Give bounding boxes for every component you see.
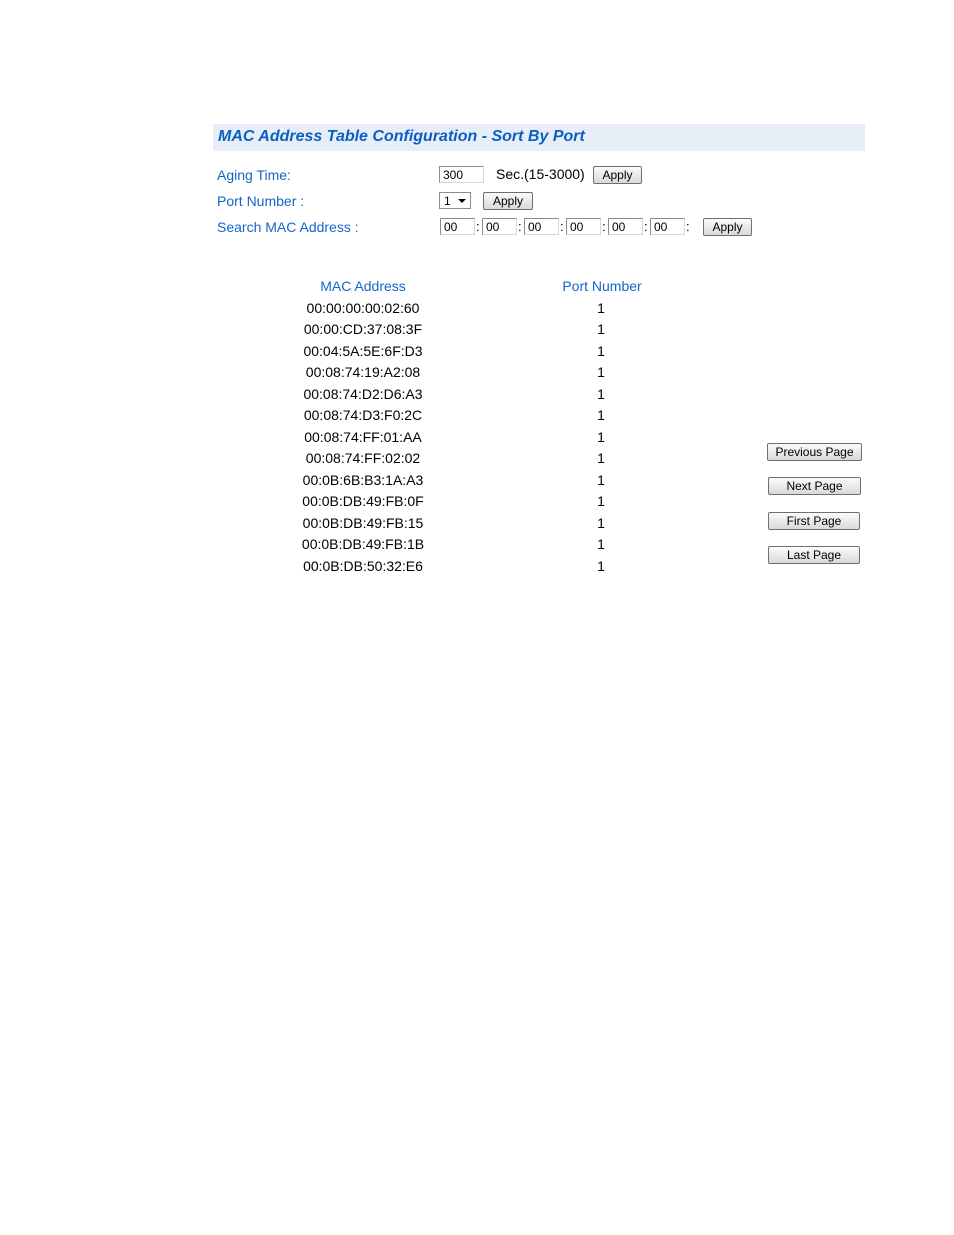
- mac-address-cell: 00:0B:DB:49:FB:15: [302, 515, 424, 531]
- mac-separator: :: [644, 219, 648, 234]
- port-number-cell: 1: [597, 493, 605, 509]
- mac-separator: :: [476, 219, 480, 234]
- chevron-down-icon: [458, 199, 466, 203]
- mac-octet-input-4[interactable]: [566, 218, 601, 235]
- port-number-cell: 1: [597, 429, 605, 445]
- table-row: 00:00:00:00:02:60 1: [0, 300, 954, 321]
- port-number-label: Port Number :: [217, 193, 305, 209]
- port-number-cell: 1: [597, 515, 605, 531]
- mac-address-cell: 00:08:74:FF:02:02: [305, 450, 421, 466]
- mac-address-cell: 00:00:00:00:02:60: [306, 300, 420, 316]
- mac-address-cell: 00:0B:DB:50:32:E6: [303, 558, 423, 574]
- mac-address-cell: 00:04:5A:5E:6F:D3: [303, 343, 423, 359]
- mac-address-cell: 00:08:74:D2:D6:A3: [303, 386, 423, 402]
- port-number-cell: 1: [597, 300, 605, 316]
- search-apply-button[interactable]: Apply: [703, 218, 752, 236]
- mac-octet-input-6[interactable]: [650, 218, 685, 235]
- port-number-cell: 1: [597, 343, 605, 359]
- table-row: 00:00:CD:37:08:3F 1: [0, 321, 954, 342]
- mac-address-cell: 00:08:74:FF:01:AA: [304, 429, 422, 445]
- table-row: 00:08:74:D2:D6:A3 1: [0, 386, 954, 407]
- mac-address-cell: 00:08:74:19:A2:08: [305, 364, 421, 380]
- port-number-cell: 1: [597, 536, 605, 552]
- table-row: 00:0B:DB:49:FB:0F 1: [0, 493, 954, 514]
- port-number-cell: 1: [597, 386, 605, 402]
- port-number-cell: 1: [597, 407, 605, 423]
- first-page-button[interactable]: First Page: [768, 512, 860, 530]
- next-page-button[interactable]: Next Page: [768, 477, 861, 495]
- last-page-button[interactable]: Last Page: [768, 546, 860, 564]
- mac-separator: :: [518, 219, 522, 234]
- mac-address-column-header: MAC Address: [320, 278, 406, 294]
- search-mac-label: Search MAC Address :: [217, 219, 359, 235]
- page-title: MAC Address Table Configuration - Sort B…: [218, 128, 585, 145]
- port-number-cell: 1: [597, 450, 605, 466]
- mac-separator: :: [560, 219, 564, 234]
- port-number-selected: 1: [444, 194, 451, 208]
- mac-address-cell: 00:0B:DB:49:FB:0F: [302, 493, 424, 509]
- mac-octet-input-5[interactable]: [608, 218, 643, 235]
- title-bar: MAC Address Table Configuration - Sort B…: [213, 124, 865, 151]
- table-row: 00:04:5A:5E:6F:D3 1: [0, 343, 954, 364]
- mac-separator: :: [602, 219, 606, 234]
- aging-time-input[interactable]: [439, 166, 484, 183]
- table-row: 00:08:74:D3:F0:2C 1: [0, 407, 954, 428]
- mac-octet-input-3[interactable]: [524, 218, 559, 235]
- mac-octet-input-1[interactable]: [440, 218, 475, 235]
- port-number-select[interactable]: 1: [439, 192, 471, 209]
- table-row: 00:08:74:19:A2:08 1: [0, 364, 954, 385]
- previous-page-button[interactable]: Previous Page: [767, 443, 862, 461]
- port-number-cell: 1: [597, 364, 605, 380]
- aging-time-range: Sec.(15-3000): [496, 166, 585, 182]
- port-apply-button[interactable]: Apply: [483, 192, 533, 210]
- mac-address-cell: 00:0B:6B:B3:1A:A3: [302, 472, 424, 488]
- mac-address-cell: 00:0B:DB:49:FB:1B: [301, 536, 425, 552]
- mac-address-cell: 00:00:CD:37:08:3F: [303, 321, 423, 337]
- port-number-cell: 1: [597, 472, 605, 488]
- port-number-cell: 1: [597, 321, 605, 337]
- mac-octet-input-2[interactable]: [482, 218, 517, 235]
- mac-separator: :: [686, 219, 690, 234]
- aging-apply-button[interactable]: Apply: [593, 166, 642, 184]
- aging-time-label: Aging Time:: [217, 167, 291, 183]
- port-number-column-header: Port Number: [562, 278, 642, 294]
- mac-address-cell: 00:08:74:D3:F0:2C: [303, 407, 423, 423]
- port-number-cell: 1: [597, 558, 605, 574]
